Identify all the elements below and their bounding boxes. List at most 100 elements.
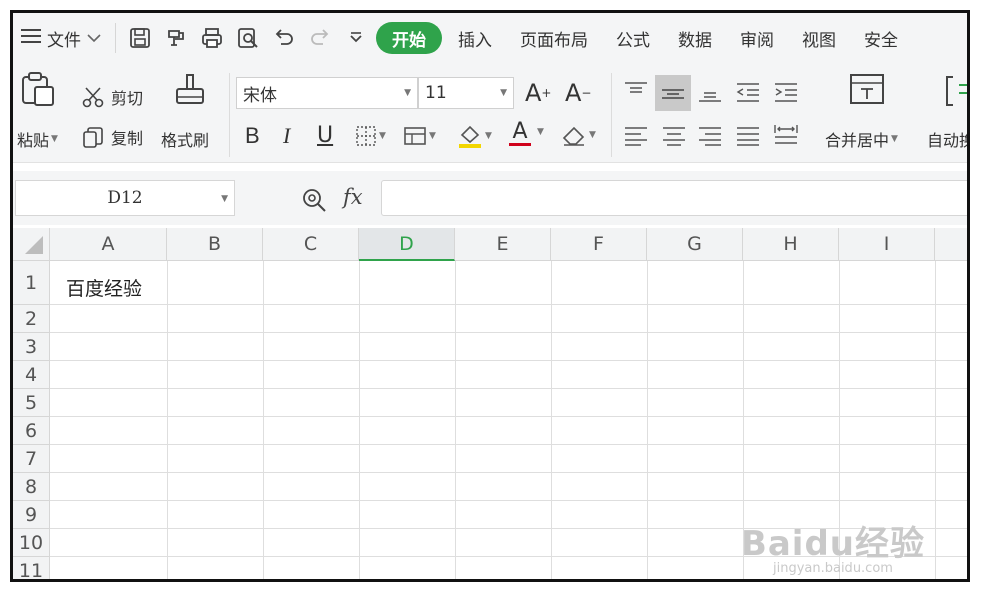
tab-review[interactable]: 审阅 (726, 22, 788, 54)
underline-button[interactable]: U (317, 123, 333, 148)
row-gridline (50, 444, 967, 445)
underline-label: U (317, 123, 334, 148)
cut-label: 剪切 (111, 89, 144, 108)
row-header-6[interactable]: 6 (13, 417, 50, 445)
fx-icon[interactable]: fx (343, 185, 363, 209)
row-header-1[interactable]: 1 (13, 261, 50, 305)
format-painter-quick-icon[interactable] (158, 20, 194, 56)
row-header-10[interactable]: 10 (13, 529, 50, 557)
paste-icon[interactable] (21, 71, 55, 107)
decrease-indent-icon[interactable] (735, 81, 761, 103)
column-header-c[interactable]: C (263, 228, 359, 261)
grow-font-button[interactable]: A + (525, 79, 551, 107)
align-center-icon[interactable] (661, 125, 687, 147)
paste-label: 粘贴 (17, 131, 50, 150)
align-right-icon[interactable] (697, 125, 723, 147)
font-color-label: A (512, 119, 528, 144)
formula-input[interactable] (381, 180, 967, 216)
clear-format-button[interactable]: ▼ (561, 123, 596, 147)
merge-center-button[interactable]: 合并居中 ▼ (825, 127, 898, 151)
italic-button[interactable]: I (283, 123, 290, 149)
bold-label: B (245, 123, 260, 148)
row-header-9[interactable]: 9 (13, 501, 50, 529)
shrink-font-button[interactable]: A − (565, 79, 591, 107)
row-header-11[interactable]: 11 (13, 557, 50, 579)
font-size-select[interactable]: 11 ▼ (418, 77, 514, 109)
format-painter-icon[interactable] (173, 71, 207, 107)
merge-center-icon[interactable] (849, 73, 885, 107)
redo-icon[interactable] (302, 20, 338, 56)
wrap-text-label: 自动换 (927, 131, 967, 150)
column-header-f[interactable]: F (551, 228, 647, 261)
menu-divider (115, 23, 116, 53)
align-bottom-icon[interactable] (697, 81, 723, 103)
column-header-d[interactable]: D (359, 228, 455, 261)
spreadsheet-grid: A B C D E F G H I 1 2 3 4 5 6 7 8 9 10 1… (13, 228, 967, 579)
more-icon[interactable] (338, 20, 374, 56)
column-header-b[interactable]: B (167, 228, 263, 261)
align-top-icon[interactable] (623, 81, 649, 103)
copy-button[interactable]: 复制 (81, 125, 143, 149)
distributed-align-icon[interactable] (773, 123, 799, 147)
save-icon[interactable] (122, 20, 158, 56)
cell-style-button[interactable]: ▼ (403, 125, 436, 147)
select-all-corner[interactable] (13, 228, 50, 261)
name-box[interactable]: D12 ▼ (15, 180, 235, 216)
borders-button[interactable]: ▼ (355, 125, 386, 147)
font-name-select[interactable]: 宋体 ▼ (236, 77, 418, 109)
column-header-partial[interactable] (935, 228, 967, 261)
tab-data[interactable]: 数据 (664, 22, 726, 54)
tab-security[interactable]: 安全 (850, 22, 912, 54)
row-header-7[interactable]: 7 (13, 445, 50, 473)
format-painter-button[interactable]: 格式刷 (161, 127, 209, 151)
cut-button[interactable]: 剪切 (81, 85, 143, 109)
tab-insert[interactable]: 插入 (444, 22, 506, 54)
bold-button[interactable]: B (245, 123, 260, 149)
chevron-down-icon: ▼ (221, 194, 228, 204)
wrap-text-icon[interactable] (943, 75, 967, 107)
copy-icon (81, 125, 105, 149)
font-color-dropdown[interactable]: ▼ (535, 127, 544, 137)
justify-icon[interactable] (735, 125, 761, 147)
file-menu-button[interactable]: 文件 (13, 20, 109, 56)
font-color-swatch (509, 143, 531, 146)
row-header-8[interactable]: 8 (13, 473, 50, 501)
tab-formulas[interactable]: 公式 (602, 22, 664, 54)
hamburger-icon (21, 28, 41, 49)
print-preview-icon[interactable] (230, 20, 266, 56)
column-header-i[interactable]: I (839, 228, 935, 261)
row-header-4[interactable]: 4 (13, 361, 50, 389)
row-gridline (50, 388, 967, 389)
print-icon[interactable] (194, 20, 230, 56)
align-middle-icon[interactable] (655, 75, 691, 111)
baidu-watermark: Baidu经验 jingyan.baidu.com (741, 516, 925, 576)
zoom-search-icon[interactable] (301, 187, 327, 213)
tab-page-layout[interactable]: 页面布局 (506, 22, 602, 54)
cell-a1[interactable]: 百度经验 (66, 274, 142, 301)
column-header-g[interactable]: G (647, 228, 743, 261)
ribbon-divider (229, 73, 230, 157)
font-color-button[interactable]: A (509, 121, 531, 146)
merge-center-label: 合并居中 (825, 131, 890, 150)
formula-bar: D12 ▼ fx (13, 171, 967, 225)
tab-home[interactable]: 开始 (376, 22, 442, 54)
column-header-h[interactable]: H (743, 228, 839, 261)
column-header-a[interactable]: A (50, 228, 167, 261)
font-name-value: 宋体 (243, 85, 277, 106)
row-gridline (50, 472, 967, 473)
tab-view[interactable]: 视图 (788, 22, 850, 54)
chevron-down-icon: ▼ (404, 88, 411, 98)
increase-indent-icon[interactable] (773, 81, 799, 103)
column-header-e[interactable]: E (455, 228, 551, 261)
ribbon: 粘贴 ▼ 剪切 复制 格式刷 宋体 ▼ 11 ▼ A + A − B I U ▼… (13, 63, 967, 163)
row-header-5[interactable]: 5 (13, 389, 50, 417)
row-header-3[interactable]: 3 (13, 333, 50, 361)
wrap-text-button[interactable]: 自动换 (927, 127, 967, 151)
fill-color-button[interactable]: ▼ (457, 123, 492, 149)
shrink-font-label: A (565, 79, 582, 107)
row-header-2[interactable]: 2 (13, 305, 50, 333)
undo-icon[interactable] (266, 20, 302, 56)
align-left-icon[interactable] (623, 125, 649, 147)
paint-bucket-icon (457, 123, 483, 149)
paste-button[interactable]: 粘贴 ▼ (17, 127, 58, 151)
